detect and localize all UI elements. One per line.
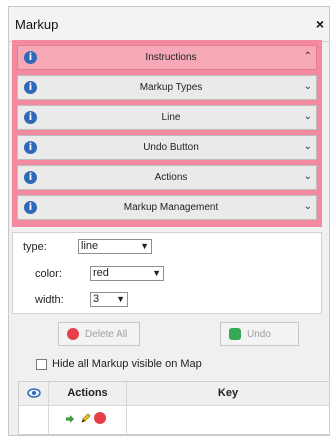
- accordion-item-undo-button[interactable]: i Undo Button ⌄: [17, 135, 317, 160]
- width-select[interactable]: 3 ▼: [90, 292, 128, 307]
- width-label: width:: [35, 294, 64, 306]
- type-select[interactable]: line ▼: [78, 239, 152, 254]
- accordion-item-label: Undo Button: [143, 142, 199, 153]
- eye-icon: [26, 388, 41, 398]
- chevron-down-icon: ⌄: [303, 171, 312, 182]
- edit-icon[interactable]: [80, 412, 92, 424]
- undo-label: Undo: [247, 329, 271, 340]
- move-icon[interactable]: [66, 415, 74, 423]
- hide-markup-label: Hide all Markup visible on Map: [52, 358, 202, 370]
- undo-button[interactable]: Undo: [220, 322, 299, 346]
- undo-icon: [229, 328, 241, 340]
- delete-all-button[interactable]: Delete All: [58, 322, 140, 346]
- info-icon: i: [24, 201, 37, 214]
- color-label: color:: [35, 268, 62, 280]
- table-cell-key: [127, 405, 329, 434]
- table-cell-actions: [49, 405, 127, 434]
- info-icon: i: [24, 111, 37, 124]
- chevron-down-icon: ▼: [140, 241, 149, 251]
- width-value: 3: [93, 293, 100, 305]
- chevron-down-icon: ⌄: [303, 111, 312, 122]
- delete-icon: [67, 328, 79, 340]
- chevron-down-icon: ⌄: [303, 141, 312, 152]
- info-icon: i: [24, 171, 37, 184]
- type-value: line: [81, 240, 99, 252]
- table-header-visibility: [19, 382, 49, 405]
- accordion-item-markup-types[interactable]: i Markup Types ⌄: [17, 75, 317, 100]
- markup-table: Actions Key: [18, 381, 330, 435]
- accordion-item-instructions[interactable]: i Instructions ⌃: [17, 45, 317, 70]
- table-header-actions: Actions: [49, 382, 127, 405]
- chevron-down-icon: ⌄: [303, 201, 312, 212]
- markup-settings: type: line ▼ color: red ▼ width: 3 ▼: [12, 232, 322, 314]
- accordion-item-markup-management[interactable]: i Markup Management ⌄: [17, 195, 317, 220]
- accordion-item-line[interactable]: i Line ⌄: [17, 105, 317, 130]
- chevron-up-icon: ⌃: [303, 51, 312, 62]
- help-accordion: i Instructions ⌃ i Markup Types ⌄ i Line…: [12, 40, 322, 227]
- chevron-down-icon: ⌄: [303, 81, 312, 92]
- accordion-item-label: Actions: [154, 172, 188, 183]
- color-value: red: [93, 267, 109, 279]
- info-icon: i: [24, 141, 37, 154]
- accordion-item-label: Instructions: [145, 52, 197, 63]
- delete-all-label: Delete All: [85, 329, 128, 340]
- accordion-item-actions[interactable]: i Actions ⌄: [17, 165, 317, 190]
- close-button[interactable]: ×: [316, 16, 324, 32]
- panel-title: Markup: [15, 17, 59, 32]
- chevron-down-icon: ▼: [116, 294, 125, 304]
- accordion-item-label: Markup Types: [139, 82, 203, 93]
- chevron-down-icon: ▼: [152, 268, 161, 278]
- info-icon: i: [24, 81, 37, 94]
- hide-markup-checkbox[interactable]: [36, 359, 47, 370]
- table-header-key: Key: [127, 382, 329, 405]
- title-bar: Markup ×: [9, 7, 329, 42]
- accordion-item-label: Markup Management: [123, 202, 219, 213]
- accordion-item-label: Line: [161, 112, 181, 123]
- delete-icon[interactable]: [94, 412, 106, 424]
- info-icon: i: [24, 51, 37, 64]
- type-label: type:: [23, 241, 47, 253]
- color-select[interactable]: red ▼: [90, 266, 164, 281]
- table-cell-visibility: [19, 405, 49, 434]
